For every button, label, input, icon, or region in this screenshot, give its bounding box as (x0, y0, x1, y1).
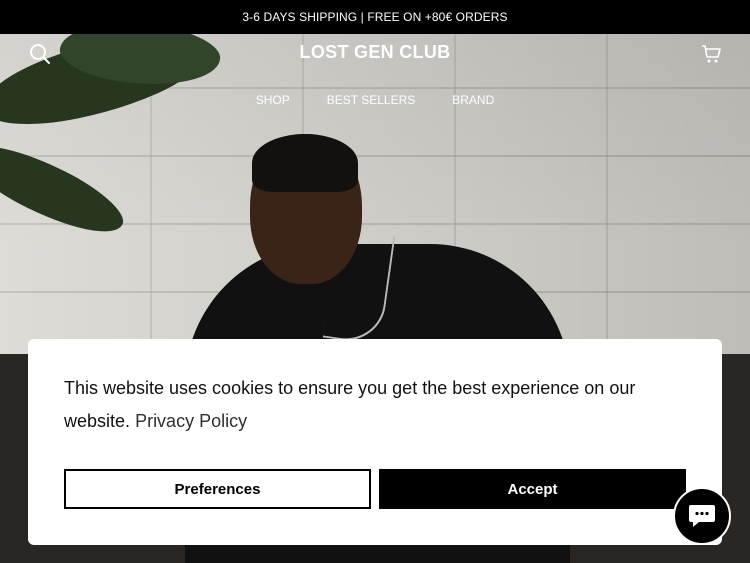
main-nav: SHOP BEST SELLERS BRAND (0, 93, 750, 107)
chat-button[interactable] (673, 487, 731, 545)
site-logo[interactable]: LOST GEN CLUB (0, 42, 750, 63)
nav-item-brand[interactable]: BRAND (452, 93, 494, 107)
cart-icon[interactable] (700, 43, 722, 65)
cookie-banner: This website uses cookies to ensure you … (28, 339, 722, 545)
announcement-bar: 3-6 DAYS SHIPPING | FREE ON +80€ ORDERS (0, 0, 750, 34)
announcement-text: 3-6 DAYS SHIPPING | FREE ON +80€ ORDERS (242, 10, 508, 24)
nav-item-best-sellers[interactable]: BEST SELLERS (327, 93, 416, 107)
preferences-button[interactable]: Preferences (64, 469, 371, 509)
cookie-message: This website uses cookies to ensure you … (64, 372, 684, 438)
chat-icon (689, 505, 715, 527)
privacy-policy-link[interactable]: Privacy Policy (135, 411, 247, 431)
nav-item-shop[interactable]: SHOP (256, 93, 290, 107)
person-hair (252, 134, 358, 192)
accept-button[interactable]: Accept (379, 469, 686, 509)
